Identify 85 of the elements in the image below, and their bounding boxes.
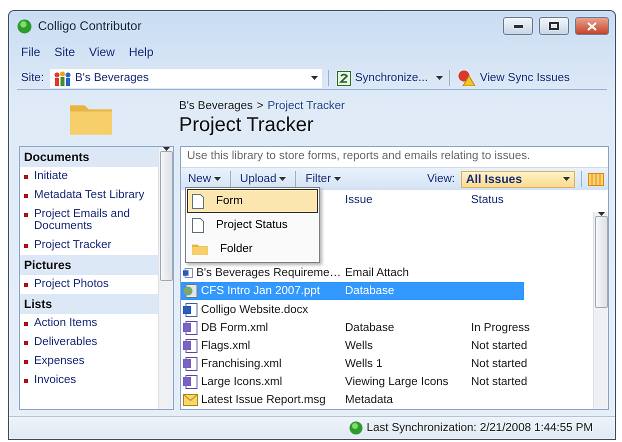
issue-cell-text: Wells [344,340,374,352]
menu-option[interactable]: Form [187,189,318,213]
form-document-icon [183,338,198,353]
status-text: Last Synchronization: 2/21/2008 1:44:55 PM [366,422,593,434]
view-dropdown[interactable]: All Issues [461,170,575,188]
menu-option[interactable]: Folder [187,237,318,261]
folder-icon [192,242,208,256]
sidebar-link[interactable]: Project Tracker [20,236,158,255]
file-name: B's Beverages Requireme… [196,267,341,280]
sidebar-link[interactable]: Metadata Test Library [20,186,158,205]
scrollbar[interactable] [158,147,173,409]
file-row[interactable]: Colligo Website.docx [181,300,524,319]
form-document-icon [183,356,198,371]
page-title: Project Tracker [179,114,314,136]
sidebar-link[interactable]: Project Photos [20,275,158,294]
document-icon [183,302,198,316]
sidebar-link[interactable]: Project Emails and Documents [20,205,158,236]
page-icon [192,194,204,208]
menu-option[interactable]: Project Status [187,213,318,237]
sidebar-link[interactable]: Expenses [20,352,158,371]
document-icon [183,266,194,280]
site-label: Site: [21,72,44,84]
file-name: Franchising.xml [201,358,282,370]
warning-icon [458,70,476,86]
site-dropdown[interactable]: B's Beverages [50,68,322,88]
caret-icon [311,76,318,80]
status-orb-icon [17,18,32,34]
form-document-icon [183,374,198,389]
caret-icon [436,76,443,80]
minimize-button[interactable] [503,17,533,35]
close-button[interactable] [575,17,609,35]
view-sync-issues-button[interactable]: View Sync Issues [456,70,572,86]
caret-icon [279,177,286,181]
sync-icon [337,70,352,86]
issue-cell-text: Viewing Large Icons [344,376,450,388]
menu-item[interactable]: File [21,45,40,59]
maximize-icon [549,22,559,30]
menu-item[interactable]: Help [128,45,154,59]
issue-cell-text: Wells 1 [344,358,384,370]
menu-item[interactable]: Site [54,45,76,59]
section-heading: Documents [20,147,158,167]
breadcrumb-separator: > [256,100,264,112]
minimize-icon [514,24,522,28]
file-name: DB Form.xml [201,322,268,334]
scrollbar[interactable] [593,212,608,409]
issue-cell-text: Database [344,322,396,334]
close-icon [587,22,597,30]
file-name: CFS Intro Jan 2007.ppt [201,285,320,298]
caret-icon [214,177,222,181]
sidebar-link[interactable]: Invoices [20,371,158,390]
column-header[interactable]: Status [467,194,557,206]
file-row[interactable]: Latest Issue Report.msg Metadata [181,390,524,409]
caret-icon [334,177,342,181]
toolbar-dropdown-button[interactable]: New [185,171,224,187]
synchronize-button[interactable]: Synchronize... [335,70,430,86]
people-icon [54,70,72,86]
sidebar-link[interactable]: Deliverables [20,333,158,352]
file-name: Latest Issue Report.msg [201,394,326,406]
file-name: Colligo Website.docx [201,304,308,316]
status-cell-text: In Progress [470,322,531,334]
issue-cell-text: Database [344,285,396,298]
caret-icon [563,177,570,181]
form-document-icon [183,320,198,335]
page-icon [192,218,204,232]
breadcrumb-link[interactable]: Project Tracker [268,100,345,112]
file-row[interactable]: B's Beverages Requireme… Email Attach [181,264,524,282]
toolbar-dropdown-button[interactable]: Filter [302,171,344,187]
maximize-button[interactable] [539,17,569,35]
sidebar-link[interactable]: Initiate [20,167,158,186]
menu-item[interactable]: View [89,45,115,59]
column-header[interactable]: Issue [341,194,467,206]
section-heading: Pictures [20,255,158,275]
presentation-icon [183,284,198,298]
breadcrumb-link[interactable]: B's Beverages [179,100,253,112]
sidebar-link[interactable]: Action Items [20,314,158,333]
file-name: Flags.xml [201,340,250,352]
issue-cell-text: Metadata [344,394,394,406]
status-orb-icon [348,421,363,435]
issue-cell-text: Email Attach [344,267,410,280]
toolbar-dropdown-button[interactable]: Upload [237,171,290,187]
window-title: Colligo Contributor [38,19,143,33]
envelope-icon [183,394,198,406]
view-label: View: [427,173,455,185]
section-heading: Lists [20,294,158,314]
file-name: Large Icons.xml [201,376,282,388]
